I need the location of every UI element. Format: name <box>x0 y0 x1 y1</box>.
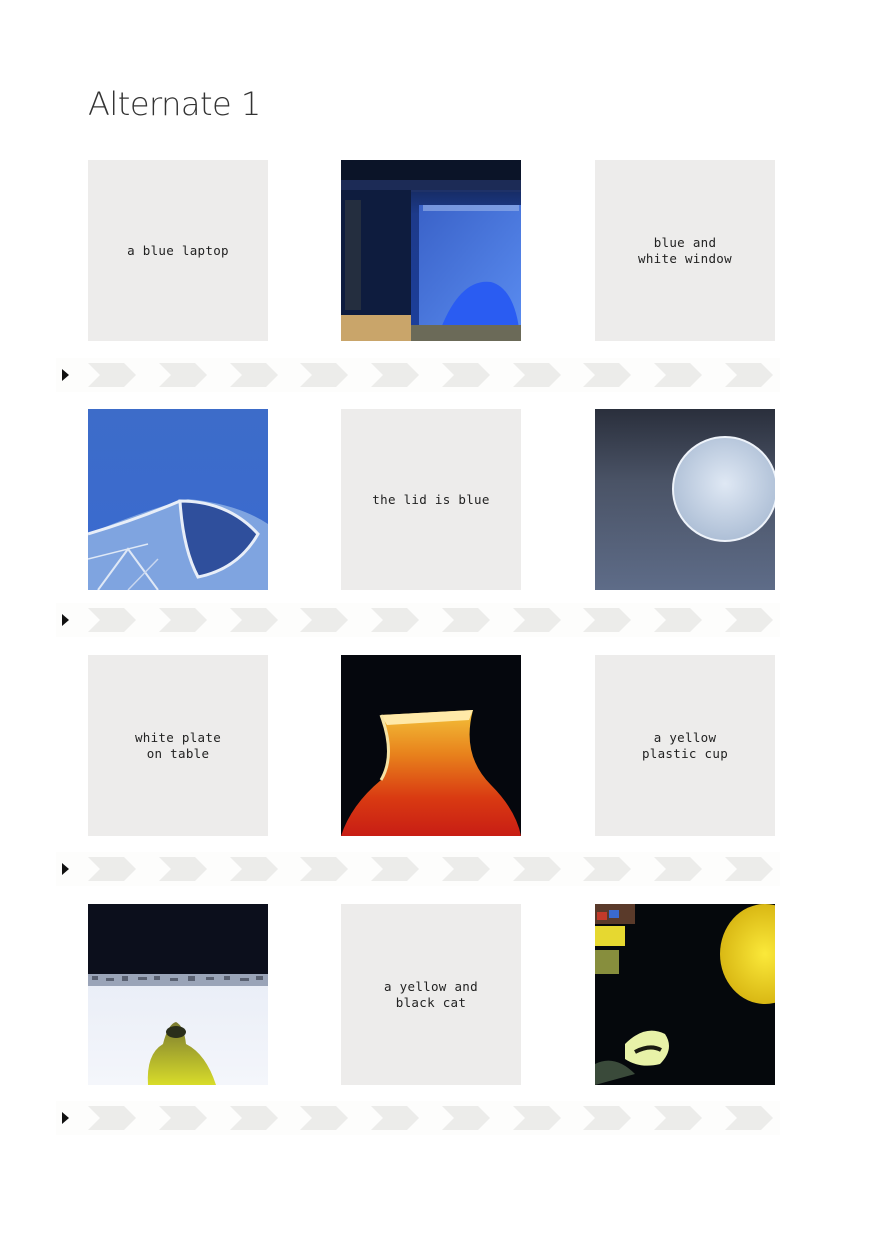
chevron-right-icon <box>159 363 207 387</box>
generated-image-yellow-black-cat <box>595 904 775 1085</box>
chevron-track <box>88 1106 778 1130</box>
chevron-right-icon <box>230 857 278 881</box>
chevron-right-icon <box>442 857 490 881</box>
chevron-right-icon <box>513 1106 561 1130</box>
generated-image-yellow-cup <box>341 655 521 836</box>
image-row-2: the lid is blue <box>88 409 775 590</box>
generated-image-blue-lid <box>595 409 775 590</box>
chevron-right-icon <box>725 1106 773 1130</box>
chevron-right-icon <box>654 363 702 387</box>
chevron-right-icon <box>725 608 773 632</box>
generated-image-blue-window <box>88 409 268 590</box>
play-icon[interactable] <box>62 1112 69 1124</box>
chevron-right-icon <box>513 608 561 632</box>
card-caption: white plate on table <box>134 729 222 761</box>
chevron-right-icon <box>88 1106 136 1130</box>
chevron-right-icon <box>725 363 773 387</box>
chevron-right-icon <box>371 608 419 632</box>
chevron-right-icon <box>88 608 136 632</box>
chevron-right-icon <box>654 857 702 881</box>
card-caption: a yellow and black cat <box>384 978 478 1010</box>
progress-strip <box>56 603 780 637</box>
chevron-right-icon <box>583 608 631 632</box>
chevron-track <box>88 857 778 881</box>
chevron-right-icon <box>654 1106 702 1130</box>
chevron-right-icon <box>300 608 348 632</box>
card-caption: the lid is blue <box>372 491 490 507</box>
image-row-3: white plate on table a yellow plastic cu… <box>88 655 775 836</box>
chevron-right-icon <box>442 363 490 387</box>
card-caption: blue and white window <box>638 234 732 266</box>
text-card: blue and white window <box>595 160 775 341</box>
progress-strip <box>56 358 780 392</box>
chevron-right-icon <box>159 857 207 881</box>
chevron-right-icon <box>300 363 348 387</box>
generated-image-white-plate <box>88 904 268 1085</box>
card-caption: a blue laptop <box>127 242 229 258</box>
image-row-4: a yellow and black cat <box>88 904 775 1085</box>
chevron-right-icon <box>230 1106 278 1130</box>
chevron-right-icon <box>583 363 631 387</box>
chevron-right-icon <box>371 1106 419 1130</box>
text-card: the lid is blue <box>341 409 521 590</box>
play-icon[interactable] <box>62 614 69 626</box>
chevron-right-icon <box>371 363 419 387</box>
chevron-right-icon <box>159 608 207 632</box>
play-icon[interactable] <box>62 369 69 381</box>
chevron-right-icon <box>159 1106 207 1130</box>
generated-image-blue-laptop <box>341 160 521 341</box>
text-card: a yellow plastic cup <box>595 655 775 836</box>
chevron-right-icon <box>583 857 631 881</box>
chevron-right-icon <box>513 857 561 881</box>
chevron-right-icon <box>230 608 278 632</box>
chevron-right-icon <box>654 608 702 632</box>
chevron-right-icon <box>513 363 561 387</box>
text-card: a yellow and black cat <box>341 904 521 1085</box>
chevron-track <box>88 608 778 632</box>
chevron-right-icon <box>300 1106 348 1130</box>
chevron-right-icon <box>88 363 136 387</box>
chevron-right-icon <box>442 1106 490 1130</box>
chevron-track <box>88 363 778 387</box>
chevron-right-icon <box>230 363 278 387</box>
image-row-1: a blue laptop blue and white window <box>88 160 775 341</box>
text-card: white plate on table <box>88 655 268 836</box>
page-title: Alternate 1 <box>88 85 261 123</box>
progress-strip <box>56 1101 780 1135</box>
progress-strip <box>56 852 780 886</box>
chevron-right-icon <box>442 608 490 632</box>
chevron-right-icon <box>88 857 136 881</box>
card-caption: a yellow plastic cup <box>641 729 729 761</box>
chevron-right-icon <box>583 1106 631 1130</box>
text-card: a blue laptop <box>88 160 268 341</box>
play-icon[interactable] <box>62 863 69 875</box>
chevron-right-icon <box>371 857 419 881</box>
chevron-right-icon <box>725 857 773 881</box>
chevron-right-icon <box>300 857 348 881</box>
